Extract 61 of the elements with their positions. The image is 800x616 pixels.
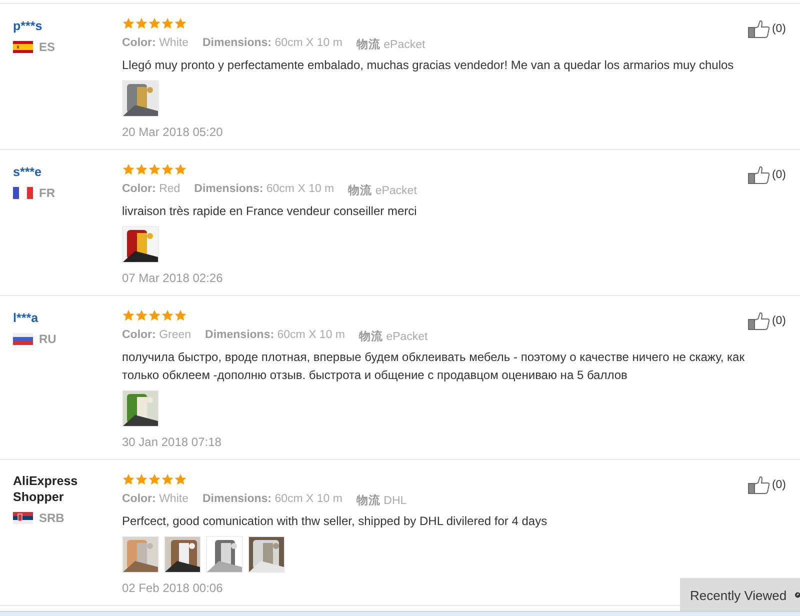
- product-attribute: 物流 ePacket: [359, 329, 428, 344]
- product-attribute: Dimensions: 60cm X 10 m: [194, 183, 334, 197]
- like-count: (0): [772, 315, 786, 327]
- product-attribute: 物流 ePacket: [356, 37, 426, 52]
- star-icon: [122, 473, 135, 486]
- product-attribute: Color: Red: [122, 183, 180, 197]
- review-date: 20 Mar 2018 05:20: [122, 125, 224, 139]
- star-icon: [135, 309, 148, 322]
- thumbs-up-icon[interactable]: [748, 166, 770, 184]
- thumbs-up-icon[interactable]: [748, 476, 770, 494]
- star-icon: [161, 17, 174, 30]
- thumbs-up-icon[interactable]: [748, 20, 770, 38]
- star-icon: [174, 163, 187, 176]
- star-icon: [148, 17, 161, 30]
- flag-icon: [13, 41, 33, 53]
- like-count: (0): [772, 479, 786, 491]
- reviewer-name[interactable]: s***e: [13, 164, 42, 180]
- review-text: Perfcect, good comunication with thw seller, shipped by DHL divilered for 4 days: [122, 513, 548, 530]
- reviewer-name[interactable]: AliExpress Shopper: [13, 473, 83, 505]
- review-text: livraison très rapide en France vendeur conseiller merci: [122, 203, 418, 220]
- reviewer-name[interactable]: l***a: [13, 310, 38, 326]
- star-icon: [174, 473, 187, 486]
- like-count: (0): [772, 169, 786, 181]
- country-code: ES: [39, 40, 56, 54]
- star-icon: [135, 473, 148, 486]
- review-text: Llegó muy pronto y perfectamente embalado, muchas gracias vendedor! Me van a quedar los armarios muy chulos: [122, 57, 735, 74]
- review-date: 07 Mar 2018 02:26: [122, 271, 224, 285]
- country-code: RU: [39, 332, 56, 346]
- product-attribute: 物流 ePacket: [348, 183, 417, 198]
- star-icon: [122, 17, 135, 30]
- thumbs-up-icon[interactable]: [748, 312, 770, 330]
- review-date: 02 Feb 2018 00:06: [122, 581, 224, 595]
- star-icon: [161, 309, 174, 322]
- review-date: 30 Jan 2018 07:18: [122, 435, 222, 449]
- star-icon: [148, 163, 161, 176]
- like-count: (0): [772, 23, 786, 35]
- product-attribute: Color: White: [122, 493, 188, 507]
- star-icon: [148, 309, 161, 322]
- star-icon: [122, 163, 135, 176]
- star-icon: [174, 17, 187, 30]
- flag-icon: [13, 187, 33, 199]
- star-icon: [135, 17, 148, 30]
- flag-icon: [13, 512, 33, 524]
- country-code: SRB: [39, 511, 64, 525]
- recently-viewed-tab[interactable]: Recently Viewed: [680, 578, 800, 612]
- product-attribute: Color: White: [122, 37, 188, 51]
- star-icon: [174, 309, 187, 322]
- product-attribute: Color: Green: [122, 329, 192, 343]
- star-icon: [135, 163, 148, 176]
- star-icon: [161, 163, 174, 176]
- review-text: получила быстро, вроде плотная, впервые будем обклеивать мебель - поэтому о качестве ничего не скажу, как только обклеем -дополню отзыв. быстрота и общение с продавцом оцениваю на 5 баллов: [122, 349, 746, 384]
- country-code: FR: [39, 186, 55, 200]
- flag-icon: [13, 333, 33, 345]
- star-icon: [161, 473, 174, 486]
- star-icon: [122, 309, 135, 322]
- star-icon: [148, 473, 161, 486]
- product-attribute: Dimensions: 60cm X 10 m: [202, 37, 342, 51]
- product-attribute: Dimensions: 60cm X 10 m: [202, 493, 342, 507]
- product-attribute: Dimensions: 60cm X 10 m: [205, 329, 345, 343]
- reviewer-name[interactable]: p***s: [13, 18, 42, 34]
- product-attribute: 物流 DHL: [356, 493, 407, 508]
